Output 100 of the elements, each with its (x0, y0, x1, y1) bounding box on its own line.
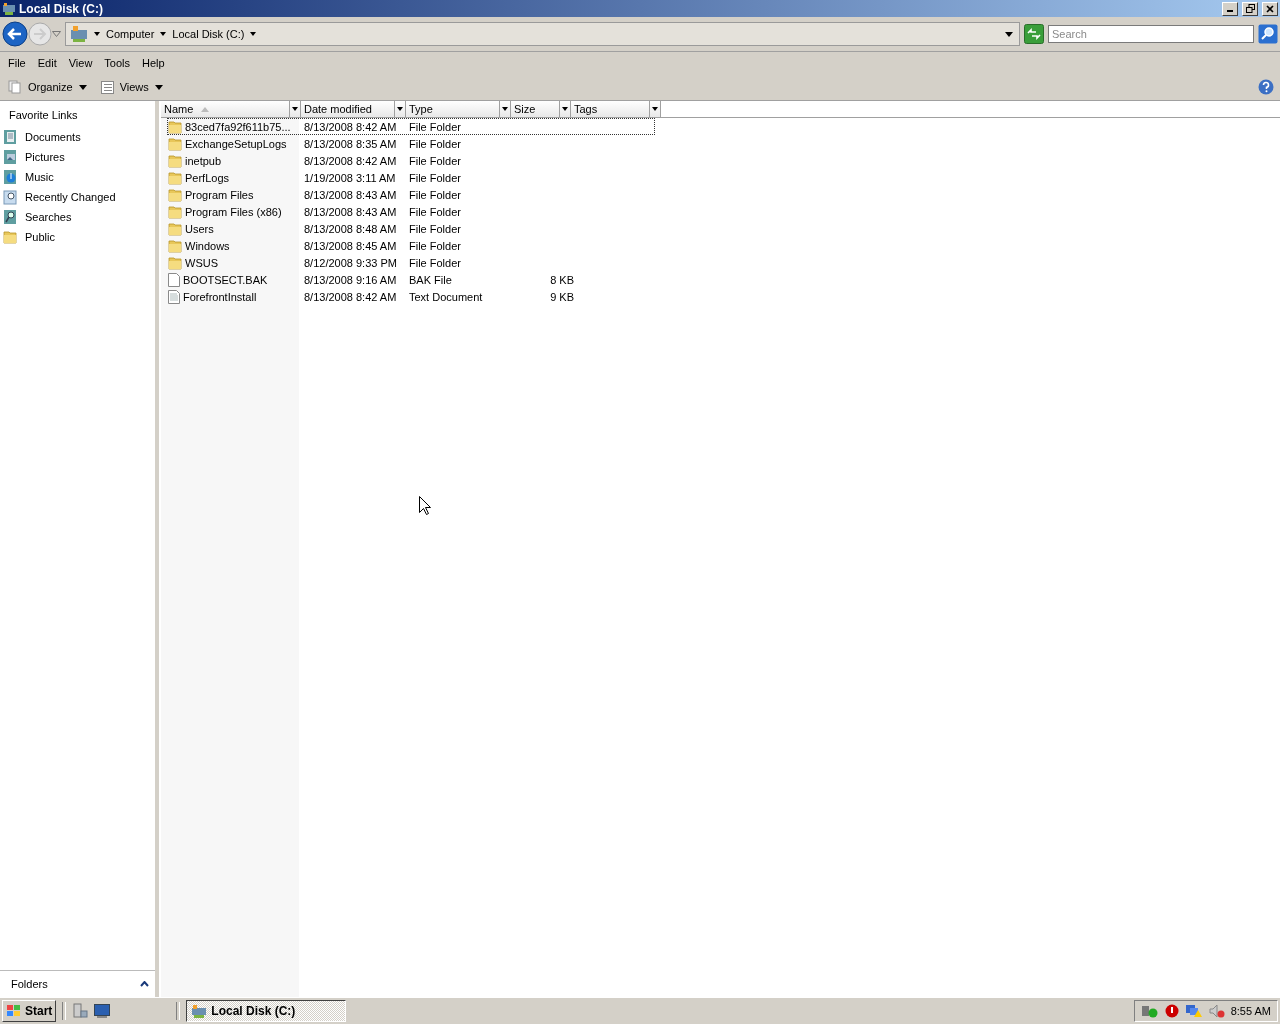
folder-icon (168, 204, 182, 219)
sidebar-item[interactable]: Pictures (0, 147, 155, 167)
table-cell: 8/13/2008 8:35 AM (304, 137, 397, 150)
text-file-icon (168, 289, 180, 304)
table-cell: Text Document (409, 290, 483, 303)
table-cell: File Folder (409, 239, 461, 252)
sidebar-item[interactable]: Recently Changed (0, 187, 155, 207)
column-header[interactable]: Size (511, 101, 571, 117)
folder-icon (168, 136, 182, 151)
network-warning-icon[interactable] (1184, 1004, 1203, 1018)
folder-icon (168, 170, 182, 185)
file-name[interactable]: Program Files (185, 188, 254, 201)
table-cell: 8/12/2008 9:33 PM (304, 256, 397, 269)
start-button[interactable]: Start (2, 1000, 57, 1022)
table-cell: File Folder (409, 120, 461, 133)
file-name[interactable]: Program Files (x86) (185, 205, 282, 218)
table-cell: File Folder (409, 256, 461, 269)
computer-icon (191, 1004, 208, 1018)
file-name[interactable]: BOOTSECT.BAK (183, 273, 268, 286)
alert-icon[interactable] (1164, 1004, 1179, 1018)
folder-icon (168, 119, 182, 134)
table-cell: File Folder (409, 137, 461, 150)
caret-icon[interactable] (250, 32, 257, 36)
search-folder-icon (3, 209, 17, 225)
help-icon[interactable] (1258, 79, 1274, 95)
document-icon (3, 129, 17, 145)
restore-button[interactable] (1242, 1, 1258, 16)
close-button[interactable] (1262, 1, 1278, 16)
table-cell: 8/13/2008 9:16 AM (304, 273, 397, 286)
minimize-icon (1227, 9, 1233, 12)
file-name[interactable]: ExchangeSetupLogs (185, 137, 287, 150)
file-name[interactable]: Users (185, 222, 214, 235)
pages-icon (8, 80, 22, 94)
sidebar-item[interactable]: Public (0, 227, 155, 247)
caret-icon[interactable] (160, 32, 167, 36)
table-cell: File Folder (409, 154, 461, 167)
table-cell: 1/19/2008 3:11 AM (304, 171, 396, 184)
sidebar-item[interactable]: Searches (0, 207, 155, 227)
file-icon (168, 272, 180, 287)
restore-icon (1245, 4, 1255, 13)
caret-icon[interactable] (1005, 31, 1013, 37)
organize-button[interactable]: Organize (6, 78, 89, 96)
file-name[interactable]: WSUS (185, 256, 218, 269)
table-cell: 8/13/2008 8:43 AM (304, 205, 397, 218)
column-header[interactable]: Type (406, 101, 511, 117)
menu-item[interactable]: Edit (31, 57, 63, 69)
file-name[interactable]: PerfLogs (185, 171, 230, 184)
table-cell: BAK File (409, 273, 452, 286)
refresh-icon[interactable] (1024, 24, 1044, 44)
table-cell: 8 KB (550, 273, 574, 286)
caret-icon[interactable] (94, 32, 100, 36)
column-header[interactable]: Date modified (301, 101, 406, 117)
caret-icon (652, 107, 658, 111)
minimize-button[interactable] (1222, 1, 1238, 16)
taskbar-button[interactable]: Local Disk (C:) (186, 1000, 347, 1022)
menu-item[interactable]: File (2, 57, 32, 69)
caret-icon (292, 107, 298, 111)
clock[interactable]: 8:55 AM (1230, 1005, 1271, 1017)
caret-icon (562, 107, 568, 111)
table-cell: 8/13/2008 8:43 AM (304, 188, 397, 201)
table-cell: 8/13/2008 8:48 AM (304, 222, 397, 235)
file-name[interactable]: ForefrontInstall (183, 290, 257, 303)
chevron-icon (140, 981, 149, 987)
caret-icon (78, 84, 87, 90)
breadcrumb[interactable]: Computer (106, 28, 155, 40)
menu-item[interactable]: Tools (98, 57, 137, 69)
table-cell: File Folder (409, 188, 461, 201)
file-name[interactable]: inetpub (185, 154, 222, 167)
desktop-icon[interactable] (94, 1004, 111, 1018)
views-button[interactable]: Views (98, 78, 165, 96)
menu-item[interactable]: Help (136, 57, 171, 69)
table-cell: 8/13/2008 8:42 AM (304, 290, 397, 303)
menu-item[interactable]: View (62, 57, 99, 69)
volume-muted-icon[interactable] (1208, 1004, 1225, 1018)
back-icon[interactable] (2, 21, 28, 47)
table-cell: 8/13/2008 8:42 AM (304, 154, 397, 167)
caret-icon (502, 107, 508, 111)
search-field[interactable]: Search (1048, 25, 1254, 43)
folder-icon (168, 187, 182, 202)
file-name[interactable]: Windows (185, 239, 230, 252)
list-view-icon (100, 80, 114, 94)
table-cell: 8/13/2008 8:42 AM (304, 120, 397, 133)
close-icon (1266, 4, 1274, 13)
folder-icon (168, 238, 182, 253)
sidebar-item[interactable]: Music (0, 167, 155, 187)
table-cell: File Folder (409, 171, 461, 184)
file-name[interactable]: 83ced7fa92f611b75... (185, 120, 291, 133)
computer-icon (2, 1, 16, 16)
folder-icon (3, 230, 17, 244)
folder-icon (168, 255, 182, 270)
breadcrumb[interactable]: Local Disk (C:) (172, 28, 245, 40)
history-dropdown-icon[interactable] (52, 31, 61, 37)
column-header[interactable]: Name (161, 101, 301, 117)
column-header[interactable]: Tags (571, 101, 661, 117)
sidebar-item[interactable]: Documents (0, 127, 155, 147)
recent-icon (3, 189, 17, 205)
windows-logo-icon (6, 1004, 22, 1018)
folder-icon (168, 153, 182, 168)
caret-icon (397, 107, 403, 111)
search-icon[interactable] (1258, 24, 1278, 44)
